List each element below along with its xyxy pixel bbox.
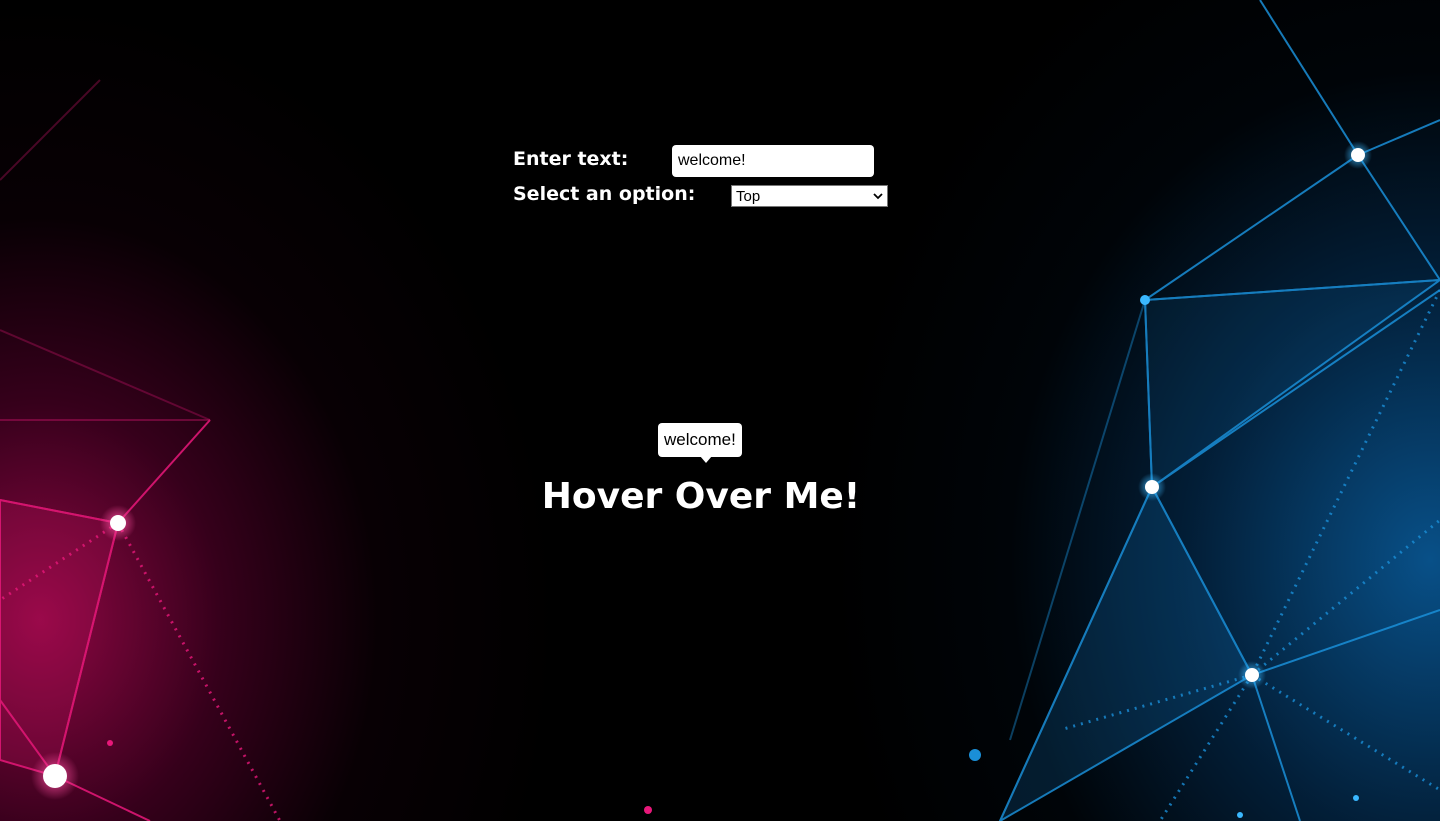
tooltip: welcome! [658, 423, 742, 457]
chevron-down-icon [873, 193, 883, 200]
hover-target-heading[interactable]: Hover Over Me! [542, 476, 860, 517]
background-network-graphic [0, 0, 1440, 821]
position-select-value: Top [736, 187, 761, 205]
page: Enter text: Select an option: Top welcom… [0, 0, 1440, 821]
tooltip-arrow [700, 456, 712, 463]
position-select[interactable]: Top [731, 185, 888, 207]
select-option-label: Select an option: [513, 183, 696, 205]
tooltip-text-input[interactable] [672, 145, 874, 177]
tooltip-text: welcome! [664, 430, 736, 449]
enter-text-label: Enter text: [513, 148, 629, 170]
hover-area: Hover Over Me! [0, 476, 1440, 517]
